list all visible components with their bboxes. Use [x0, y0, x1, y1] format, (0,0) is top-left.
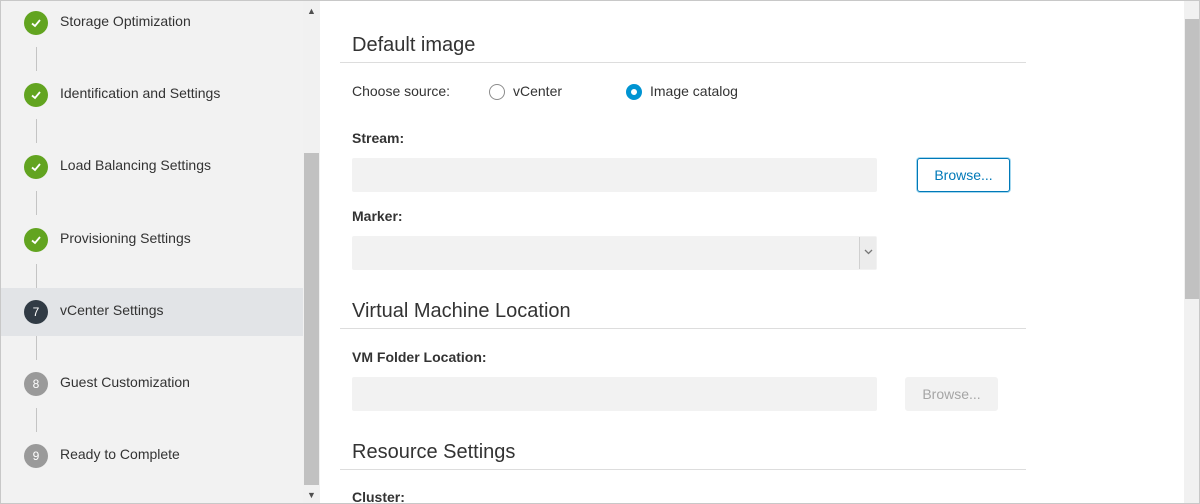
- scroll-down-icon[interactable]: ▼: [303, 487, 320, 503]
- section-title-default-image: Default image: [352, 34, 476, 56]
- step-label: Guest Customization: [60, 374, 190, 390]
- cluster-label: Cluster:: [352, 489, 405, 504]
- stream-browse-button[interactable]: Browse...: [917, 158, 1010, 192]
- step-identification-and-settings[interactable]: Identification and Settings: [1, 71, 303, 119]
- step-guest-customization[interactable]: 8 Guest Customization: [1, 360, 303, 408]
- step-label: Storage Optimization: [60, 13, 191, 29]
- step-connector: [36, 119, 37, 143]
- wizard-window: Storage Optimization Identification and …: [0, 0, 1200, 504]
- scroll-up-icon[interactable]: ▲: [303, 3, 320, 19]
- radio-image-catalog-label[interactable]: Image catalog: [650, 83, 738, 99]
- checkmark-icon: [24, 83, 48, 107]
- step-connector: [36, 336, 37, 360]
- step-load-balancing-settings[interactable]: Load Balancing Settings: [1, 143, 303, 191]
- checkmark-icon: [24, 11, 48, 35]
- vm-folder-browse-button[interactable]: Browse...: [905, 377, 998, 411]
- main-scrollbar[interactable]: [1184, 1, 1199, 503]
- sidebar-scrollbar-thumb[interactable]: [304, 153, 319, 485]
- section-divider: [340, 328, 1026, 329]
- step-number-badge: 9: [24, 444, 48, 468]
- step-label: Provisioning Settings: [60, 230, 191, 246]
- checkmark-icon: [24, 228, 48, 252]
- radio-image-catalog[interactable]: [626, 84, 642, 100]
- step-ready-to-complete[interactable]: 9 Ready to Complete: [1, 432, 303, 480]
- step-label: vCenter Settings: [60, 302, 164, 318]
- section-divider: [340, 469, 1026, 470]
- step-label: Load Balancing Settings: [60, 157, 211, 173]
- step-number-badge: 8: [24, 372, 48, 396]
- step-vcenter-settings[interactable]: 7 vCenter Settings: [1, 288, 303, 336]
- main-scrollbar-thumb[interactable]: [1185, 19, 1199, 299]
- step-connector: [36, 264, 37, 288]
- radio-vcenter-label[interactable]: vCenter: [513, 83, 562, 99]
- chevron-down-icon[interactable]: [859, 237, 876, 269]
- step-label: Identification and Settings: [60, 85, 221, 101]
- step-label: Ready to Complete: [60, 446, 180, 462]
- sidebar-scrollbar[interactable]: ▲ ▼: [303, 1, 320, 503]
- step-connector: [36, 47, 37, 71]
- section-divider: [340, 62, 1026, 63]
- step-connector: [36, 191, 37, 215]
- step-provisioning-settings[interactable]: Provisioning Settings: [1, 216, 303, 264]
- stream-input[interactable]: [352, 158, 877, 192]
- scroll-up-icon[interactable]: [1184, 3, 1199, 19]
- marker-label: Marker:: [352, 208, 403, 224]
- choose-source-label: Choose source:: [352, 83, 451, 99]
- step-storage-optimization[interactable]: Storage Optimization: [1, 1, 303, 47]
- vm-folder-location-input[interactable]: [352, 377, 877, 411]
- step-connector: [36, 408, 37, 432]
- radio-vcenter[interactable]: [489, 84, 505, 100]
- section-title-resource-settings: Resource Settings: [352, 441, 516, 463]
- main-content: Default image Choose source: vCenter Ima…: [320, 1, 1184, 504]
- vm-folder-location-label: VM Folder Location:: [352, 349, 487, 365]
- wizard-steps-sidebar: Storage Optimization Identification and …: [1, 1, 303, 503]
- checkmark-icon: [24, 155, 48, 179]
- marker-select[interactable]: [352, 236, 877, 270]
- section-title-vm-location: Virtual Machine Location: [352, 300, 571, 322]
- stream-label: Stream:: [352, 130, 405, 146]
- step-number-badge: 7: [24, 300, 48, 324]
